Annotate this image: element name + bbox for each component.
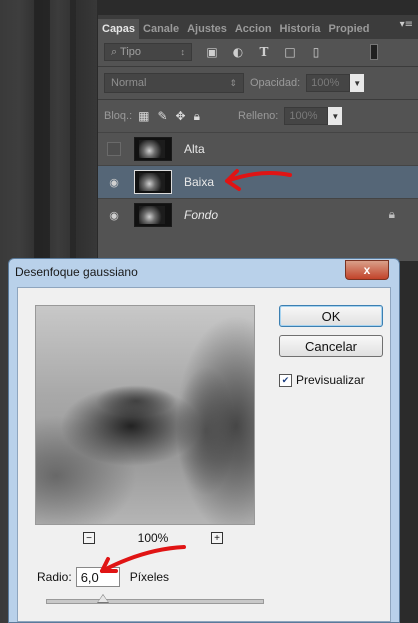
panel-menu-icon[interactable]: ▾≡ (400, 19, 413, 30)
tab-propiedades[interactable]: Propied (325, 19, 374, 39)
fill-label: Relleno: (238, 110, 279, 122)
cancel-button[interactable]: Cancelar (279, 335, 383, 357)
radius-slider-handle[interactable] (97, 594, 110, 603)
visibility-toggle-off[interactable] (107, 142, 121, 156)
pixel-filter-icon[interactable]: ▣ (202, 45, 222, 59)
ok-button[interactable]: OK (279, 305, 383, 327)
shape-filter-icon[interactable]: □ (280, 45, 300, 59)
layer-row-alta[interactable]: Alta (98, 132, 418, 165)
layer-name: Fondo (184, 208, 219, 222)
radius-slider[interactable] (46, 594, 264, 604)
fill-input[interactable]: 100% (284, 107, 329, 125)
blend-mode-select[interactable]: Normal ⇕ (104, 73, 244, 93)
lock-transparent-icon[interactable]: ▦ (138, 109, 149, 124)
annotation-arrow (100, 545, 186, 573)
lock-label: Bloq.: (104, 110, 133, 122)
tab-ajustes[interactable]: Ajustes (183, 19, 231, 39)
tab-capas[interactable]: Capas (98, 19, 140, 39)
tab-canales[interactable]: Canale (139, 19, 183, 39)
filter-kind-select[interactable]: ⌕ Tipo ↕ (104, 43, 192, 61)
layer-thumbnail (134, 203, 172, 227)
preview-label: Previsualizar (296, 373, 365, 387)
blend-row: Normal ⇕ Opacidad: 100% ▼ (104, 72, 404, 94)
annotation-arrow (225, 169, 292, 191)
radius-label: Radio: (37, 570, 72, 584)
lock-all-icon[interactable]: 🔒︎ (194, 109, 200, 124)
layer-name: Baixa (184, 175, 215, 189)
layer-thumbnail (134, 170, 172, 194)
blend-mode-value: Normal (111, 77, 147, 89)
opacity-dropdown-icon[interactable]: ▼ (350, 74, 365, 92)
lock-row: Bloq.: ▦ ✎ ✥ 🔒︎ Relleno: 100% ▼ (104, 105, 404, 127)
panel-tabs: Capas Canale Ajustes Accion Historia Pro… (98, 15, 418, 39)
zoom-in-icon[interactable]: + (210, 532, 223, 544)
filter-kind-label: ⌕ Tipo (111, 45, 142, 58)
opacity-input[interactable]: 100% (306, 74, 351, 92)
divider (98, 99, 418, 100)
layers-panel: Capas Canale Ajustes Accion Historia Pro… (97, 15, 418, 261)
filter-kind-arrow: ↕ (180, 47, 186, 57)
type-filter-icon[interactable]: T (254, 45, 274, 59)
lock-icons: ▦ ✎ ✥ 🔒︎ (138, 109, 200, 124)
layer-thumbnail (134, 137, 172, 161)
preview-checkbox[interactable]: ✔ (279, 373, 292, 387)
fill-dropdown-icon[interactable]: ▼ (328, 107, 343, 125)
lock-position-icon[interactable]: ✥ (176, 109, 186, 124)
lock-paint-icon[interactable]: ✎ (157, 109, 167, 124)
layer-name: Alta (184, 142, 205, 156)
tab-acciones[interactable]: Accion (231, 19, 276, 39)
divider (98, 66, 418, 67)
blur-preview-image[interactable] (35, 305, 255, 525)
dialog-body: OK Cancelar ✔ Previsualizar − 100% + Rad… (17, 287, 391, 622)
preview-checkbox-row[interactable]: ✔ Previsualizar (279, 373, 365, 387)
opacity-label: Opacidad: (250, 77, 301, 89)
eye-icon[interactable]: ◉ (106, 174, 122, 190)
close-button[interactable]: x (345, 260, 389, 280)
tab-historia[interactable]: Historia (276, 19, 325, 39)
filter-toggle-switch[interactable] (370, 44, 378, 60)
lock-icon: 🔒︎ (388, 207, 395, 221)
layer-filter-row: ⌕ Tipo ↕ ▣ ◐ T □ ▯ (104, 42, 400, 62)
eye-icon[interactable]: ◉ (106, 207, 122, 223)
adjustment-filter-icon[interactable]: ◐ (228, 45, 248, 59)
chevron-updown-icon: ⇕ (229, 77, 237, 88)
smart-object-filter-icon[interactable]: ▯ (306, 45, 326, 59)
filter-icons: ▣ ◐ T □ ▯ (202, 45, 326, 59)
gaussian-blur-dialog: Desenfoque gaussiano x OK Cancelar ✔ Pre… (8, 258, 400, 623)
dialog-title: Desenfoque gaussiano (15, 265, 138, 279)
layer-row-fondo[interactable]: ◉ Fondo 🔒︎ (98, 198, 418, 231)
